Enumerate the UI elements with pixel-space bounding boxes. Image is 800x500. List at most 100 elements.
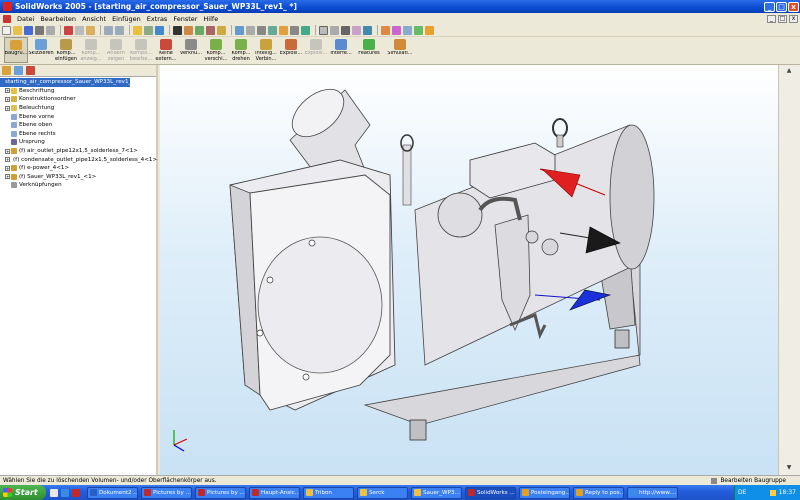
taskbar-button[interactable]: Pictures by ... <box>195 486 246 499</box>
menu-datei[interactable]: Datei <box>14 15 37 23</box>
start-button[interactable]: Start <box>0 485 46 500</box>
command-2[interactable]: Komp... einfügen <box>54 37 78 63</box>
tree-item[interactable]: Ursprung <box>0 138 156 147</box>
expand-icon[interactable]: + <box>5 174 10 180</box>
copy-icon[interactable] <box>75 25 84 35</box>
tree-item[interactable]: + (f) Sauer_WP33L_rev1_<1> <box>0 173 156 182</box>
view-orientation-icon[interactable] <box>235 25 244 35</box>
save-icon[interactable] <box>24 25 33 35</box>
lifting-eye-stem[interactable] <box>556 134 564 148</box>
command-8[interactable]: Komp... verschi... <box>204 37 228 63</box>
expand-icon[interactable]: + <box>5 165 10 171</box>
doc-minimize-button[interactable]: _ <box>767 14 776 23</box>
taskbar-button[interactable]: Tribon <box>303 486 354 499</box>
section-view-icon[interactable] <box>363 25 372 35</box>
perspective-icon[interactable] <box>392 25 401 35</box>
sketch-icon[interactable] <box>184 25 193 35</box>
taskbar-button[interactable]: http://www.... <box>627 486 678 499</box>
rotate-view-icon[interactable] <box>279 25 288 35</box>
options-icon[interactable] <box>144 25 153 35</box>
paste-icon[interactable] <box>86 25 95 35</box>
tree-item[interactable]: + Beschriftung <box>0 87 156 96</box>
zoom-in-out-icon[interactable] <box>268 25 277 35</box>
taskbar-button[interactable]: Serck <box>357 486 408 499</box>
vertical-scrollbar[interactable]: ▲ ▼ <box>778 65 800 475</box>
standard-views-icon[interactable] <box>301 25 310 35</box>
language-indicator[interactable]: DE <box>735 489 746 496</box>
zoom-fit-icon[interactable] <box>246 25 255 35</box>
foot-right[interactable] <box>614 329 630 349</box>
feature-tree-tab-icon[interactable] <box>2 66 11 75</box>
taskbar-button[interactable]: Dokument2 ... <box>87 486 138 499</box>
select-icon[interactable] <box>173 25 182 35</box>
doc-restore-button[interactable]: □ <box>778 14 787 23</box>
taskbar-button[interactable]: SolidWorks ... <box>465 486 516 499</box>
maximize-button[interactable]: □ <box>776 1 787 12</box>
tree-item[interactable]: + Beleuchtung <box>0 104 156 113</box>
menu-extras[interactable]: Extras <box>144 15 171 23</box>
scroll-up-arrow-icon[interactable]: ▲ <box>782 67 796 76</box>
appearance-icon[interactable] <box>217 25 226 35</box>
tree-item[interactable]: Ebene vorne <box>0 112 156 121</box>
pan-icon[interactable] <box>290 25 299 35</box>
realview-icon[interactable] <box>403 25 412 35</box>
command-7[interactable]: Verknü... <box>179 37 203 63</box>
wireframe-icon[interactable] <box>319 25 328 35</box>
flywheel-cover[interactable] <box>257 236 383 374</box>
expand-icon[interactable]: + <box>5 105 10 111</box>
compressor-model[interactable] <box>229 80 655 441</box>
command-14[interactable]: Features <box>354 37 384 63</box>
reference-geometry-icon[interactable] <box>206 25 215 35</box>
expand-icon[interactable]: + <box>5 157 10 163</box>
app-launch-icon[interactable] <box>72 488 80 497</box>
print-preview-icon[interactable] <box>46 25 55 35</box>
expand-icon[interactable]: + <box>5 88 10 94</box>
shaded-edges-icon[interactable] <box>341 25 350 35</box>
command-11[interactable]: Explosi... <box>279 37 303 63</box>
gauge[interactable] <box>541 238 559 256</box>
tree-item[interactable]: starting_air_compressor_Sauer_WP33L_rev1… <box>0 78 131 87</box>
command-13[interactable]: Interfe... <box>329 37 353 63</box>
hidden-lines-icon[interactable] <box>330 25 339 35</box>
render-icon[interactable] <box>425 25 434 35</box>
expand-icon[interactable]: + <box>5 96 10 102</box>
taskbar-button[interactable]: Reply to pos... <box>573 486 624 499</box>
menu-hilfe[interactable]: Hilfe <box>200 15 221 23</box>
solidworks-app-icon[interactable] <box>3 2 12 11</box>
open-folder-icon[interactable] <box>13 25 22 35</box>
tree-item[interactable]: Ebene rechts <box>0 130 156 139</box>
graphics-area[interactable] <box>160 65 778 475</box>
command-10[interactable]: Intellig... Verbin... <box>254 37 278 63</box>
undo-icon[interactable] <box>104 25 113 35</box>
tree-item[interactable]: + (f) air_outlet_pipe12x1,5_solderless_7<… <box>0 147 156 156</box>
expand-icon[interactable]: + <box>5 148 10 154</box>
zoom-area-icon[interactable] <box>257 25 266 35</box>
tree-item[interactable]: + (f) e-power_4<1> <box>0 164 156 173</box>
menu-einfuegen[interactable]: Einfügen <box>109 15 144 23</box>
tree-item[interactable]: Ebene oben <box>0 121 156 130</box>
display-state-icon[interactable] <box>414 25 423 35</box>
minimize-button[interactable]: _ <box>764 1 775 12</box>
close-button[interactable]: x <box>788 1 799 12</box>
browser-icon[interactable] <box>61 488 69 497</box>
taskbar-button[interactable]: Posteingang... <box>519 486 570 499</box>
property-manager-tab-icon[interactable] <box>14 66 23 75</box>
help-icon[interactable] <box>155 25 164 35</box>
redo-icon[interactable] <box>115 25 124 35</box>
smart-dimension-icon[interactable] <box>195 25 204 35</box>
rebuild-icon[interactable] <box>133 25 142 35</box>
taskbar-button[interactable]: Haupt-Ansic... <box>249 486 300 499</box>
dipstick-tube[interactable] <box>402 144 412 206</box>
bearing-cover[interactable] <box>437 192 483 238</box>
menu-fenster[interactable]: Fenster <box>170 15 200 23</box>
taskbar-button[interactable]: Sauer_WP3... <box>411 486 462 499</box>
show-desktop-icon[interactable] <box>50 488 58 497</box>
cut-icon[interactable] <box>64 25 73 35</box>
configuration-manager-tab-icon[interactable] <box>26 66 35 75</box>
foot-left[interactable] <box>409 419 427 441</box>
doc-close-button[interactable]: x <box>789 14 798 23</box>
shadows-icon[interactable] <box>381 25 390 35</box>
valve[interactable] <box>525 230 539 244</box>
new-file-icon[interactable] <box>2 25 11 35</box>
lifting-eye[interactable] <box>552 118 568 138</box>
